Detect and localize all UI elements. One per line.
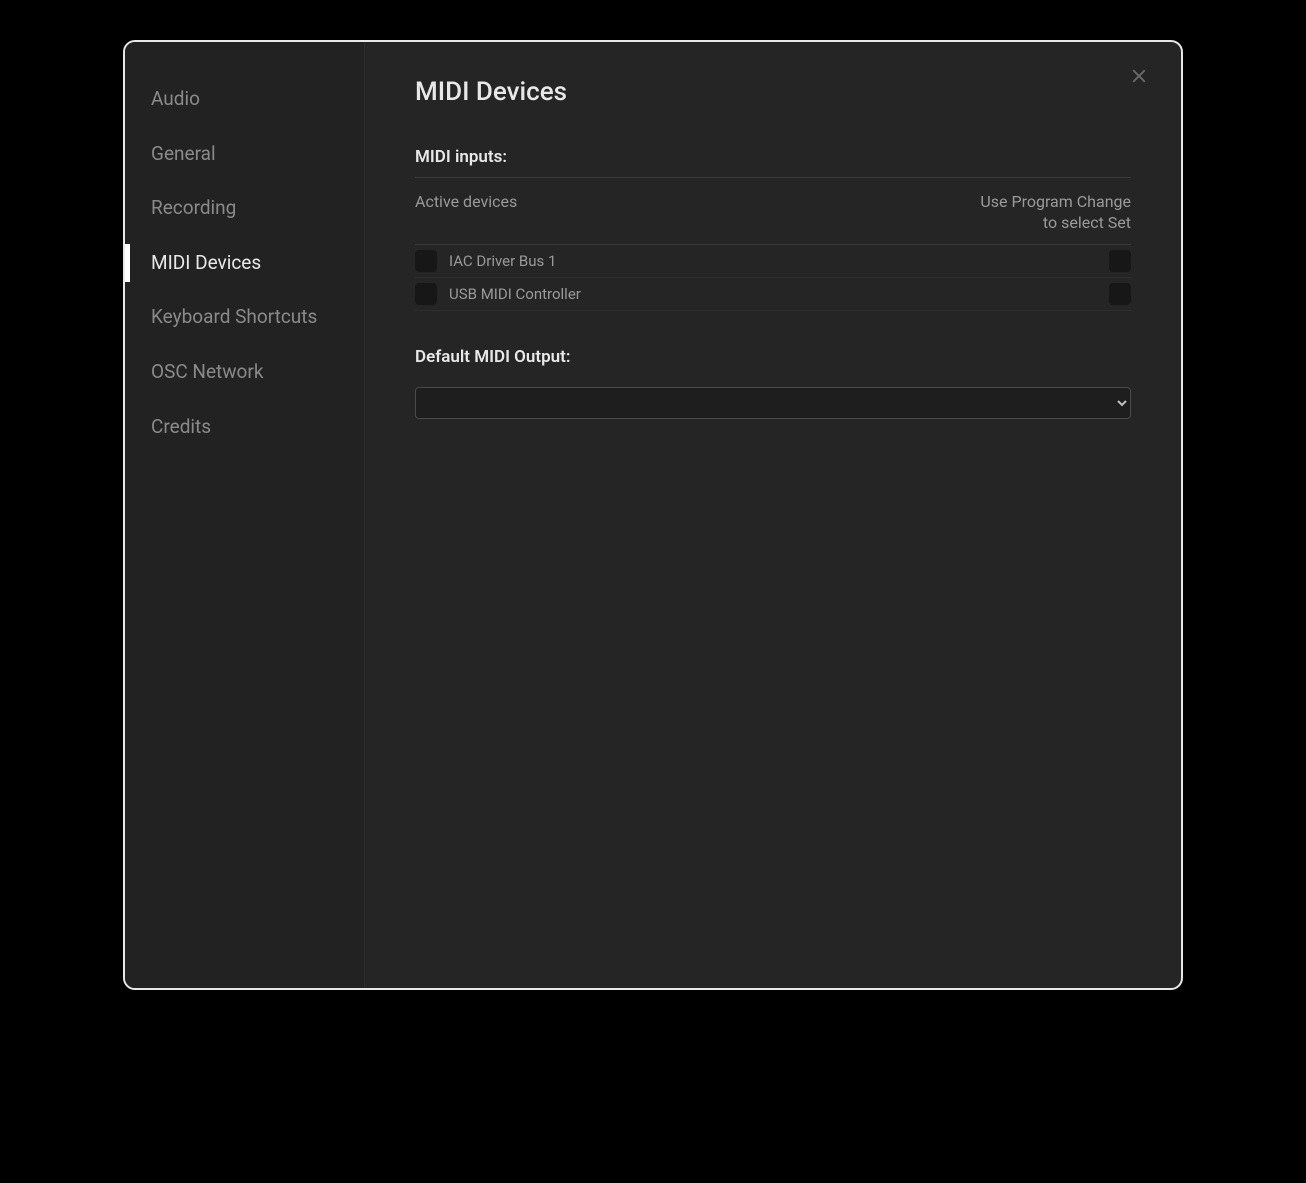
device-program-change-checkbox[interactable] — [1109, 283, 1131, 305]
close-icon — [1130, 67, 1148, 85]
midi-inputs-header: Active devices Use Program Change to sel… — [415, 188, 1131, 245]
midi-inputs-section: MIDI inputs: Active devices Use Program … — [415, 147, 1131, 311]
sidebar-item-label: Recording — [151, 196, 236, 219]
sidebar-item-credits[interactable]: Credits — [125, 400, 364, 455]
device-active-checkbox[interactable] — [415, 250, 437, 272]
close-button[interactable] — [1125, 62, 1153, 90]
device-name: IAC Driver Bus 1 — [449, 252, 1109, 270]
sidebar-item-label: Keyboard Shortcuts — [151, 305, 317, 328]
device-name: USB MIDI Controller — [449, 285, 1109, 303]
column-program-change: Use Program Change to select Set — [980, 192, 1131, 234]
midi-output-section: Default MIDI Output: — [415, 347, 1131, 419]
sidebar-item-label: Audio — [151, 87, 200, 110]
sidebar: Audio General Recording MIDI Devices Key… — [125, 42, 365, 988]
sidebar-item-midi-devices[interactable]: MIDI Devices — [125, 236, 364, 291]
sidebar-item-keyboard-shortcuts[interactable]: Keyboard Shortcuts — [125, 290, 364, 345]
column-pc-line2: to select Set — [1043, 213, 1131, 232]
device-row: USB MIDI Controller — [415, 278, 1131, 311]
page-title: MIDI Devices — [415, 77, 1131, 107]
device-program-change-checkbox[interactable] — [1109, 250, 1131, 272]
column-active-devices: Active devices — [415, 192, 517, 211]
device-active-checkbox[interactable] — [415, 283, 437, 305]
sidebar-item-label: General — [151, 142, 216, 165]
divider — [415, 177, 1131, 178]
midi-inputs-label: MIDI inputs: — [415, 147, 1131, 167]
preferences-window: Audio General Recording MIDI Devices Key… — [123, 40, 1183, 990]
sidebar-item-recording[interactable]: Recording — [125, 181, 364, 236]
sidebar-item-label: MIDI Devices — [151, 251, 261, 274]
sidebar-item-label: OSC Network — [151, 360, 263, 383]
sidebar-item-general[interactable]: General — [125, 127, 364, 182]
midi-output-label: Default MIDI Output: — [415, 347, 1131, 367]
content-pane: MIDI Devices MIDI inputs: Active devices… — [365, 42, 1181, 988]
sidebar-item-label: Credits — [151, 415, 211, 438]
sidebar-item-osc-network[interactable]: OSC Network — [125, 345, 364, 400]
device-row: IAC Driver Bus 1 — [415, 245, 1131, 278]
default-midi-output-select[interactable] — [415, 387, 1131, 419]
sidebar-item-audio[interactable]: Audio — [125, 72, 364, 127]
column-pc-line1: Use Program Change — [980, 192, 1131, 211]
